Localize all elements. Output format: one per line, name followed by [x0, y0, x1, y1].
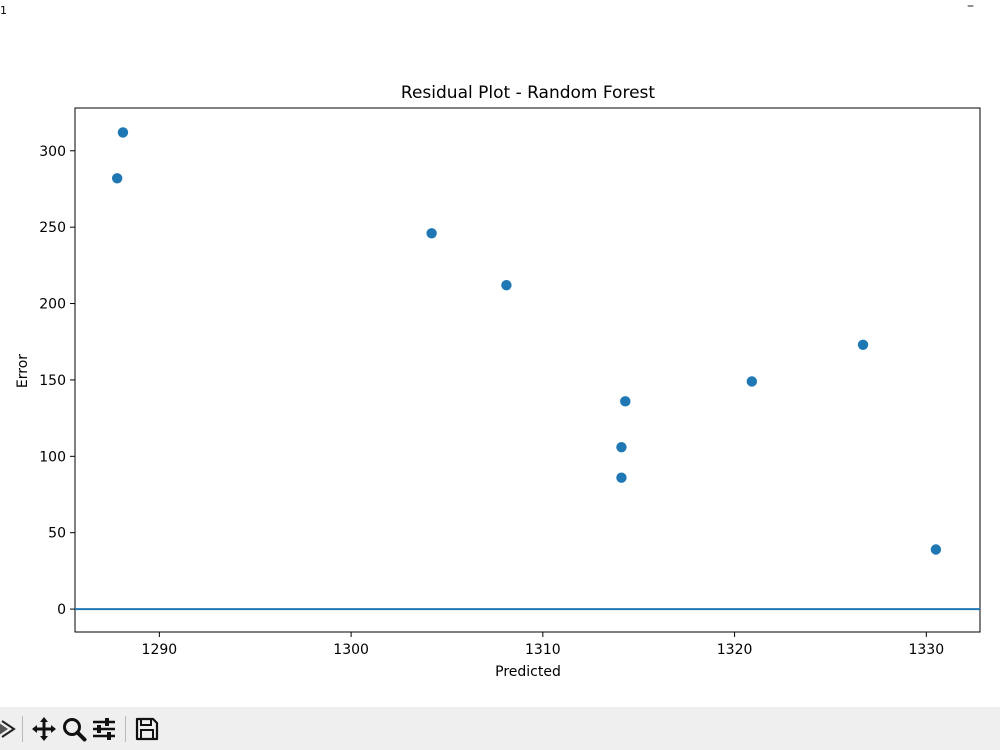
- magnifier-icon: [63, 717, 87, 741]
- floppy-disk-icon: [135, 717, 159, 740]
- data-point: [117, 127, 129, 138]
- data-point: [616, 472, 627, 483]
- sliders-icon: [93, 717, 115, 740]
- y-tick-label: 50: [48, 526, 66, 542]
- x-tick-label: 1330: [908, 642, 944, 658]
- x-tick-label: 1300: [333, 642, 369, 658]
- data-point: [930, 544, 942, 555]
- x-tick-label: 1310: [525, 642, 561, 658]
- y-tick-label: 100: [39, 449, 66, 465]
- move-icon: [32, 716, 56, 741]
- data-point: [620, 396, 631, 407]
- y-tick-label: 300: [39, 144, 66, 160]
- y-tick-label: 150: [39, 373, 66, 389]
- data-point: [501, 280, 512, 291]
- scatter-plot: Residual Plot - Random Forest 1290 1300 13…: [15, 83, 981, 680]
- forward-arrow-icon: [0, 719, 16, 738]
- y-axis-label: Error: [15, 354, 31, 388]
- y-tick-label: 250: [39, 220, 66, 236]
- chart-title: Residual Plot - Random Forest: [401, 83, 655, 103]
- data-point: [857, 339, 869, 350]
- x-tick-label: 1320: [717, 642, 753, 658]
- x-axis-label: Predicted: [495, 664, 561, 680]
- zoom-button[interactable]: [59, 714, 89, 744]
- navigation-toolbar: [0, 707, 1000, 750]
- y-tick-label: 200: [39, 297, 66, 313]
- toolbar-separator: [125, 715, 126, 742]
- configure-subplots-button[interactable]: [89, 714, 119, 744]
- pan-button[interactable]: [29, 714, 59, 744]
- data-point: [426, 228, 437, 239]
- plot-area: [74, 107, 981, 633]
- toolbar-separator: [22, 715, 23, 742]
- x-tick-label: 1290: [142, 642, 178, 658]
- y-tick-label: 0: [57, 602, 66, 618]
- save-button[interactable]: [132, 714, 162, 744]
- data-point: [616, 441, 627, 453]
- data-point: [111, 173, 123, 184]
- forward-button[interactable]: [0, 714, 16, 744]
- data-point: [746, 376, 758, 387]
